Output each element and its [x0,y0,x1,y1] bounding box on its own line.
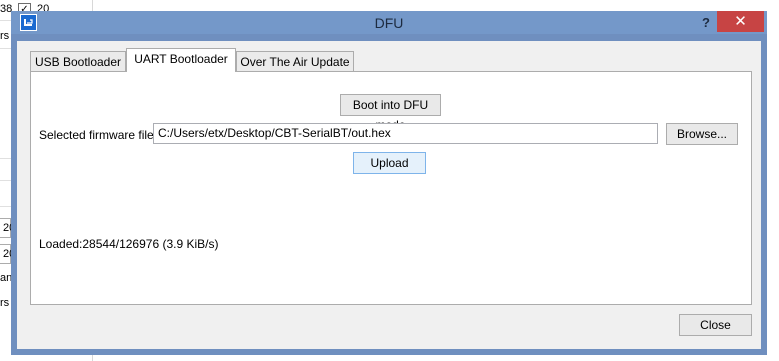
window-close-button[interactable]: ✕ [717,11,764,32]
background-text[interactable]: rs [0,30,9,42]
upload-status-text: Loaded:28544/126976 (3.9 KiB/s) [39,237,219,251]
window-title: DFU [374,15,404,31]
dfu-dialog: DFU ? ✕ USB Bootloader UART Bootloader O… [11,11,767,355]
help-button[interactable]: ? [695,13,717,32]
firmware-file-label: Selected firmware file: [39,128,158,142]
close-button[interactable]: Close [679,314,752,336]
dialog-body: USB Bootloader UART Bootloader Over The … [17,41,761,349]
boot-into-dfu-mode-button[interactable]: Boot into DFU mode [340,94,441,132]
background-text[interactable]: rs [0,297,9,309]
firmware-path-field[interactable]: C:/Users/etx/Desktop/CBT-SerialBT/out.he… [153,123,658,144]
tab-uart-bootloader[interactable]: UART Bootloader [126,48,236,72]
tab-over-the-air-update[interactable]: Over The Air Update [236,51,354,72]
upload-button[interactable]: Upload [353,152,426,174]
browse-button[interactable]: Browse... [666,123,738,145]
title-bar[interactable]: DFU ? ✕ [11,11,767,34]
close-icon: ✕ [734,13,747,30]
uart-bootloader-panel: Boot into DFU mode Selected firmware fil… [30,71,752,305]
tab-usb-bootloader[interactable]: USB Bootloader [30,51,126,72]
